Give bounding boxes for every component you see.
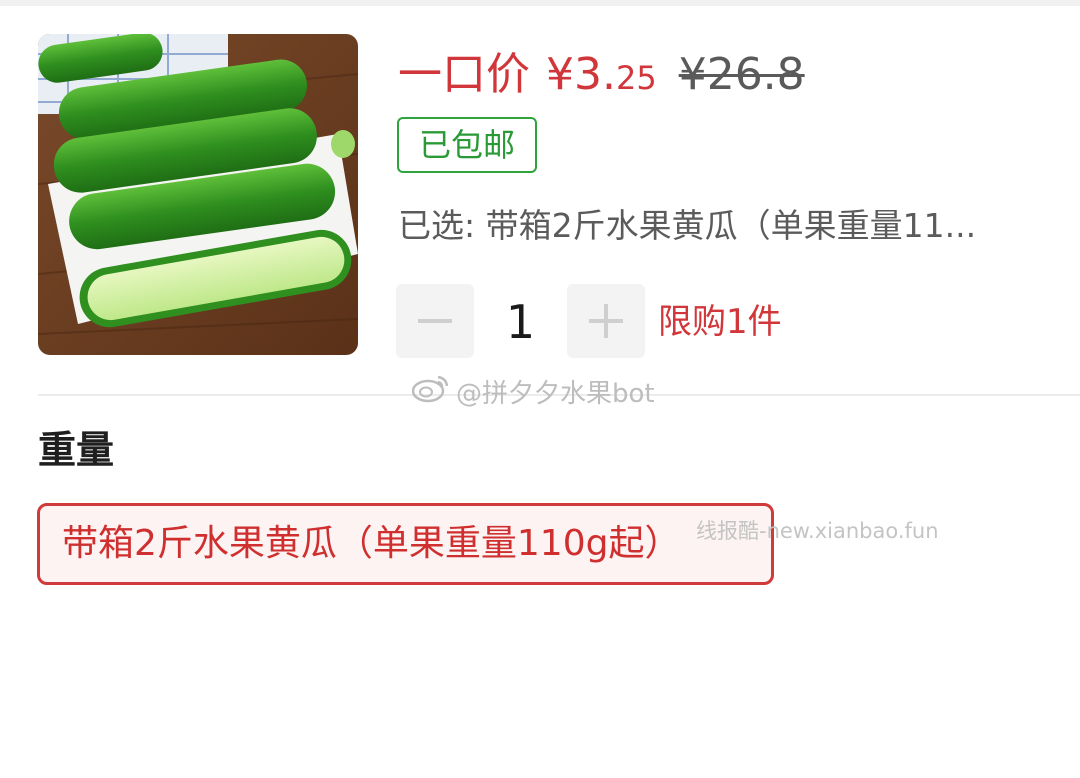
free-shipping-badge: 已包邮	[397, 117, 537, 173]
currency-symbol: ¥	[546, 49, 574, 100]
product-image[interactable]	[38, 34, 358, 355]
purchase-limit-text: 限购1件	[658, 302, 782, 342]
top-bar	[0, 0, 1080, 6]
selected-spec-text: 已选: 带箱2斤水果黄瓜（单果重量11...	[398, 206, 977, 245]
weibo-watermark-text: @拼夕夕水果bot	[456, 378, 655, 409]
price-decimal: 25	[615, 59, 657, 97]
original-price: ¥26.8	[678, 49, 805, 100]
price-label: 一口价	[398, 49, 530, 100]
spec-option-selected[interactable]: 带箱2斤水果黄瓜（单果重量110g起）	[37, 503, 774, 585]
cucumber-photo	[38, 34, 358, 355]
weibo-icon	[411, 373, 450, 410]
weight-heading: 重量	[38, 428, 115, 472]
quantity-value[interactable]: 1	[474, 290, 567, 354]
decrease-quantity-button[interactable]	[396, 284, 474, 358]
price-integer: 3.	[574, 49, 616, 100]
site-watermark: 线报酷-new.xianbao.fun	[696, 519, 939, 543]
price-row: 一口价 ¥ 3. 25 ¥26.8	[398, 38, 805, 102]
increase-quantity-button[interactable]	[567, 284, 645, 358]
minus-icon	[418, 319, 452, 323]
weibo-watermark: @拼夕夕水果bot	[411, 373, 655, 410]
